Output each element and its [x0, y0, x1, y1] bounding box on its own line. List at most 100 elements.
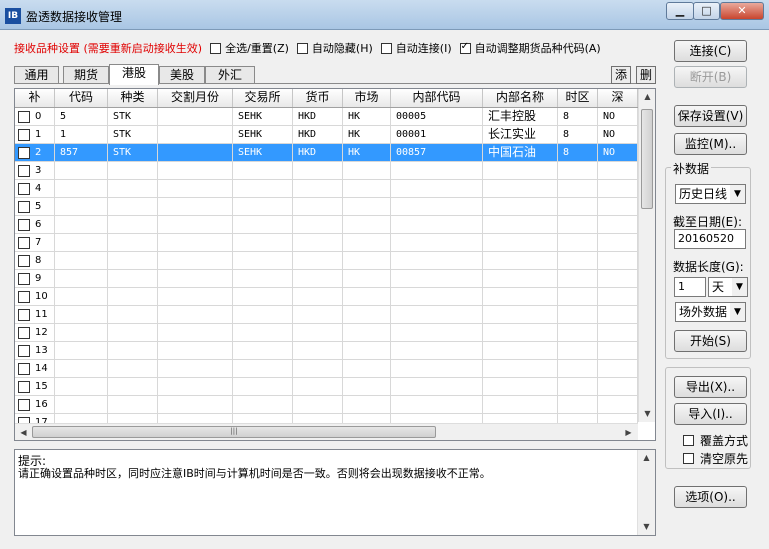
cell-internal-code[interactable]	[391, 288, 483, 306]
horizontal-scroll-thumb[interactable]: |||	[32, 426, 436, 438]
cell-internal-name[interactable]	[483, 378, 558, 396]
cell-currency[interactable]	[293, 252, 343, 270]
cell-delivery-month[interactable]	[158, 342, 233, 360]
row-select-cell[interactable]: 16	[15, 396, 55, 414]
cell-code[interactable]	[55, 360, 108, 378]
cell-currency[interactable]	[293, 342, 343, 360]
row-checkbox[interactable]	[18, 362, 30, 375]
cell-exchange[interactable]	[233, 180, 293, 198]
cell-type[interactable]	[108, 378, 158, 396]
cell-internal-code[interactable]	[391, 198, 483, 216]
length-unit-select[interactable]: 天 ▼	[708, 277, 748, 297]
add-button[interactable]: 添	[611, 66, 631, 84]
row-select-cell[interactable]: 4	[15, 180, 55, 198]
minimize-button[interactable]: ▁	[666, 2, 694, 20]
vertical-scrollbar[interactable]: ▲ ▼	[638, 89, 655, 422]
table-row[interactable]: 0 5 STK SEHK HKD HK 00005 汇丰控股 8 NO	[15, 108, 638, 126]
cell-internal-code[interactable]	[391, 378, 483, 396]
cell-type[interactable]	[108, 342, 158, 360]
cell-market[interactable]	[343, 180, 391, 198]
cell-internal-code[interactable]	[391, 360, 483, 378]
cell-internal-code[interactable]	[391, 324, 483, 342]
cell-currency[interactable]	[293, 162, 343, 180]
column-header-timezone[interactable]: 时区	[558, 89, 598, 107]
cell-exchange[interactable]	[233, 324, 293, 342]
cell-timezone[interactable]	[558, 324, 598, 342]
maximize-button[interactable]: □	[693, 2, 720, 20]
tab-futures[interactable]: 期货	[63, 66, 109, 84]
cell-exchange[interactable]	[233, 252, 293, 270]
cell-internal-name[interactable]	[483, 216, 558, 234]
hint-scroll-up-icon[interactable]: ▲	[638, 453, 655, 462]
cell-timezone[interactable]	[558, 270, 598, 288]
cell-exchange[interactable]: SEHK	[233, 108, 293, 126]
cell-currency[interactable]	[293, 324, 343, 342]
delete-button[interactable]: 删	[636, 66, 656, 84]
cell-internal-code[interactable]	[391, 270, 483, 288]
cell-depth[interactable]	[598, 288, 638, 306]
cell-timezone[interactable]	[558, 378, 598, 396]
cell-depth[interactable]	[598, 360, 638, 378]
row-checkbox[interactable]	[18, 380, 30, 393]
cell-type[interactable]	[108, 396, 158, 414]
overwrite-checkbox[interactable]	[683, 435, 694, 446]
cell-code[interactable]	[55, 252, 108, 270]
cell-exchange[interactable]	[233, 306, 293, 324]
cell-internal-name[interactable]	[483, 306, 558, 324]
cell-timezone[interactable]	[558, 360, 598, 378]
cell-currency[interactable]	[293, 378, 343, 396]
cell-exchange[interactable]	[233, 360, 293, 378]
table-row[interactable]: 12	[15, 324, 638, 342]
cell-depth[interactable]: NO	[598, 126, 638, 144]
cell-timezone[interactable]	[558, 396, 598, 414]
start-button[interactable]: 开始(S)	[674, 330, 747, 352]
table-row[interactable]: 14	[15, 360, 638, 378]
table-row[interactable]: 11	[15, 306, 638, 324]
cell-delivery-month[interactable]	[158, 288, 233, 306]
cell-currency[interactable]	[293, 270, 343, 288]
tab-forex[interactable]: 外汇	[205, 66, 255, 84]
length-input[interactable]: 1	[674, 277, 706, 297]
row-checkbox[interactable]	[18, 272, 30, 285]
data-type-select[interactable]: 历史日线 ▼	[675, 184, 746, 204]
row-select-cell[interactable]: 7	[15, 234, 55, 252]
row-select-cell[interactable]: 10	[15, 288, 55, 306]
cell-internal-code[interactable]	[391, 252, 483, 270]
row-select-cell[interactable]: 12	[15, 324, 55, 342]
cell-depth[interactable]: NO	[598, 144, 638, 162]
row-select-cell[interactable]: 0	[15, 108, 55, 126]
cell-delivery-month[interactable]	[158, 378, 233, 396]
row-select-cell[interactable]: 9	[15, 270, 55, 288]
tab-general[interactable]: 通用	[14, 66, 59, 84]
cell-market[interactable]	[343, 306, 391, 324]
cell-internal-name[interactable]: 长江实业	[483, 126, 558, 144]
column-header-exchange[interactable]: 交易所	[233, 89, 293, 107]
cell-type[interactable]	[108, 234, 158, 252]
tab-hk-stocks[interactable]: 港股	[109, 64, 159, 85]
table-row[interactable]: 2 857 STK SEHK HKD HK 00857 中国石油 8 NO	[15, 144, 638, 162]
cell-delivery-month[interactable]	[158, 198, 233, 216]
vertical-scroll-thumb[interactable]	[641, 109, 653, 209]
monitor-button[interactable]: 监控(M)..	[674, 133, 747, 155]
cell-internal-code[interactable]	[391, 234, 483, 252]
row-select-cell[interactable]: 14	[15, 360, 55, 378]
cell-internal-code[interactable]: 00857	[391, 144, 483, 162]
cell-code[interactable]	[55, 306, 108, 324]
cell-type[interactable]	[108, 180, 158, 198]
cell-currency[interactable]: HKD	[293, 108, 343, 126]
cell-exchange[interactable]: SEHK	[233, 144, 293, 162]
table-row[interactable]: 5	[15, 198, 638, 216]
cell-depth[interactable]	[598, 162, 638, 180]
cell-internal-name[interactable]	[483, 198, 558, 216]
row-checkbox[interactable]	[18, 254, 30, 267]
cell-delivery-month[interactable]	[158, 234, 233, 252]
row-checkbox[interactable]	[18, 236, 30, 249]
cell-delivery-month[interactable]	[158, 396, 233, 414]
cell-currency[interactable]	[293, 360, 343, 378]
cell-currency[interactable]	[293, 288, 343, 306]
cell-depth[interactable]	[598, 180, 638, 198]
cell-code[interactable]	[55, 180, 108, 198]
column-header-internal-name[interactable]: 内部名称	[483, 89, 558, 107]
table-row[interactable]: 3	[15, 162, 638, 180]
row-checkbox[interactable]	[18, 164, 30, 177]
